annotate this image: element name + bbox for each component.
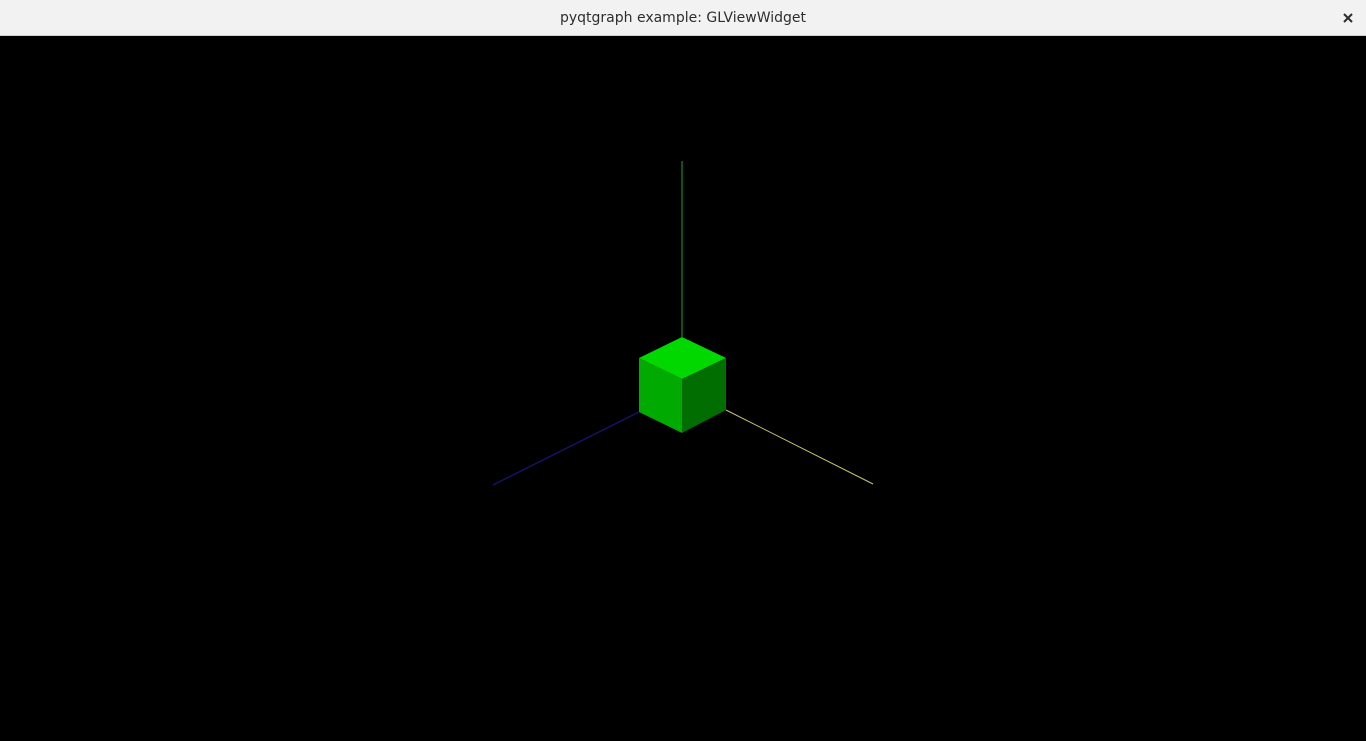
close-button[interactable] — [1338, 8, 1358, 28]
window-title: pyqtgraph example: GLViewWidget — [559, 10, 807, 26]
close-icon — [1343, 13, 1353, 23]
right-axis-line — [725, 409, 874, 485]
left-axis-line — [492, 411, 640, 486]
gl-view-widget[interactable] — [0, 37, 1366, 741]
app-window: pyqtgraph example: GLViewWidget — [0, 0, 1366, 741]
title-bar[interactable]: pyqtgraph example: GLViewWidget — [0, 0, 1366, 36]
3d-scene[interactable] — [0, 37, 1366, 741]
